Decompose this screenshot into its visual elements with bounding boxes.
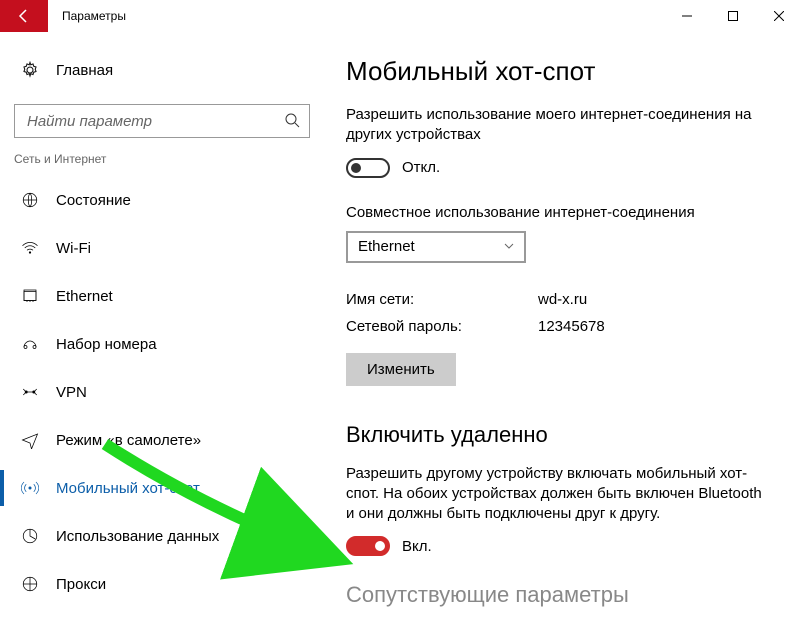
nav-hotspot[interactable]: Мобильный хот-спот [14,464,310,512]
remote-toggle[interactable] [346,536,390,556]
nav-label: Мобильный хот-спот [56,480,200,497]
arrow-left-icon [16,8,32,24]
wifi-icon [20,239,40,257]
titlebar: Параметры [0,0,802,32]
nav-vpn[interactable]: VPN [14,368,310,416]
remote-toggle-state: Вкл. [402,538,432,555]
sidebar: Главная Сеть и Интернет Состояние Wi-Fi … [0,32,320,633]
nav-ethernet[interactable]: Ethernet [14,272,310,320]
datausage-icon [20,527,40,545]
edit-button-label: Изменить [367,361,435,378]
nav-wifi[interactable]: Wi-Fi [14,224,310,272]
nav-airplane[interactable]: Режим «в самолете» [14,416,310,464]
nav-label: Главная [56,62,113,79]
page-title: Мобильный хот-спот [346,56,772,87]
nav-label: Ethernet [56,288,113,305]
remote-description: Разрешить другому устройству включать мо… [346,464,772,525]
nav-label: Набор номера [56,336,157,353]
back-button[interactable] [0,0,48,32]
close-button[interactable] [756,0,802,32]
search-icon [284,112,300,133]
proxy-icon [20,575,40,593]
ethernet-icon [20,287,40,305]
share-from-label: Совместное использование интернет-соедин… [346,204,772,221]
minimize-icon [682,11,692,21]
main-panel: Мобильный хот-спот Разрешить использован… [320,32,802,633]
share-description: Разрешить использование моего интернет-с… [346,105,772,146]
share-from-select[interactable]: Ethernet [346,231,526,263]
nav-label: Прокси [56,576,106,593]
network-password-label: Сетевой пароль: [346,318,538,335]
airplane-icon [20,431,40,449]
close-icon [774,11,784,21]
nav-label: Wi-Fi [56,240,91,257]
search-input[interactable] [14,104,310,138]
maximize-icon [728,11,738,21]
globe-icon [20,191,40,209]
select-value: Ethernet [358,238,415,255]
nav-label: Использование данных [56,528,219,545]
window-title: Параметры [62,9,126,23]
nav-label: Состояние [56,192,131,209]
nav-label: VPN [56,384,87,401]
share-toggle[interactable] [346,158,390,178]
gear-icon [20,61,40,79]
nav-home[interactable]: Главная [14,46,310,94]
category-header: Сеть и Интернет [14,152,310,166]
hotspot-icon [20,479,40,497]
minimize-button[interactable] [664,0,710,32]
nav-status[interactable]: Состояние [14,176,310,224]
dialup-icon [20,335,40,353]
edit-button[interactable]: Изменить [346,353,456,386]
maximize-button[interactable] [710,0,756,32]
network-name-value: wd-x.ru [538,291,587,308]
nav-dialup[interactable]: Набор номера [14,320,310,368]
nav-label: Режим «в самолете» [56,432,201,449]
vpn-icon [20,383,40,401]
chevron-down-icon [502,239,516,258]
share-toggle-state: Откл. [402,159,440,176]
network-password-value: 12345678 [538,318,605,335]
network-name-label: Имя сети: [346,291,538,308]
remote-title: Включить удаленно [346,422,772,448]
related-title: Сопутствующие параметры [346,582,772,608]
nav-datausage[interactable]: Использование данных [14,512,310,560]
nav-proxy[interactable]: Прокси [14,560,310,608]
